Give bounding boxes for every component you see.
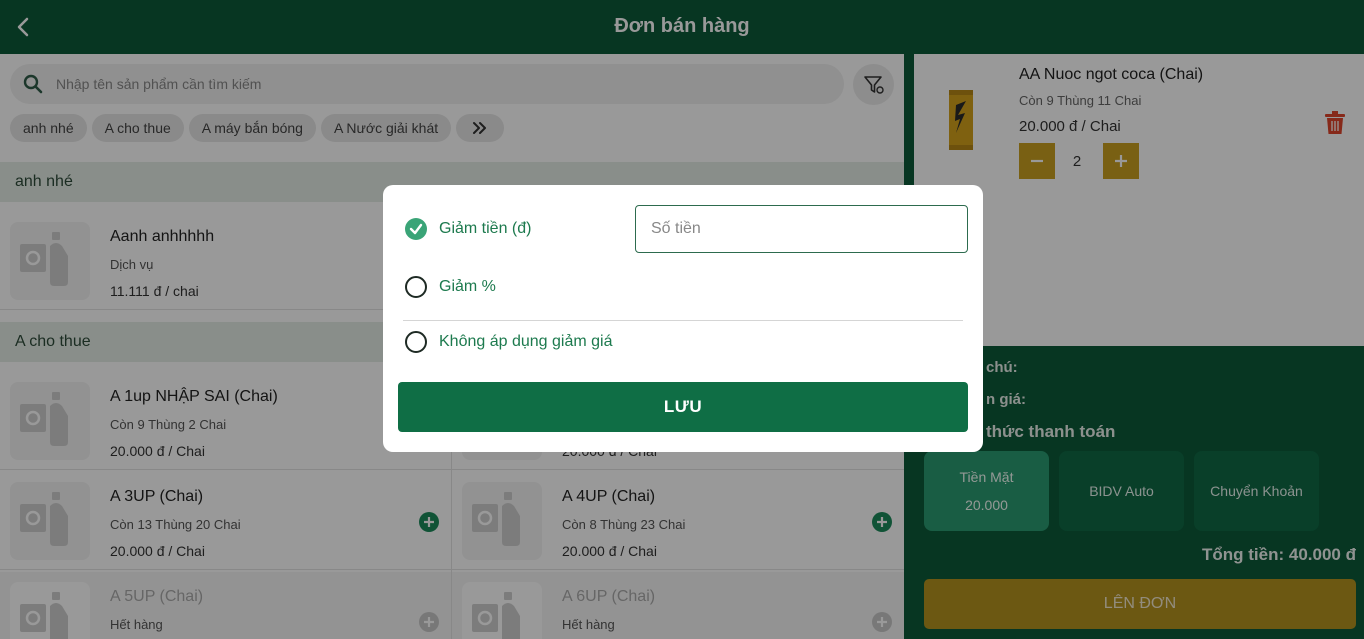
discount-percent-option[interactable]: Giảm % bbox=[405, 276, 496, 298]
option-label: Không áp dụng giảm giá bbox=[439, 333, 613, 350]
discount-amount-input[interactable] bbox=[635, 205, 968, 253]
divider bbox=[403, 320, 963, 321]
option-label: Giảm % bbox=[439, 278, 496, 295]
discount-dialog: Giảm tiền (đ) Giảm % Không áp dụng giảm … bbox=[383, 185, 983, 452]
option-label: Giảm tiền (đ) bbox=[439, 220, 532, 237]
no-discount-option[interactable]: Không áp dụng giảm giá bbox=[405, 331, 612, 353]
radio-checked-icon bbox=[405, 218, 427, 240]
radio-unchecked-icon bbox=[405, 331, 427, 353]
discount-amount-option[interactable]: Giảm tiền (đ) bbox=[405, 218, 531, 240]
save-button[interactable]: LƯU bbox=[398, 382, 968, 432]
radio-unchecked-icon bbox=[405, 276, 427, 298]
